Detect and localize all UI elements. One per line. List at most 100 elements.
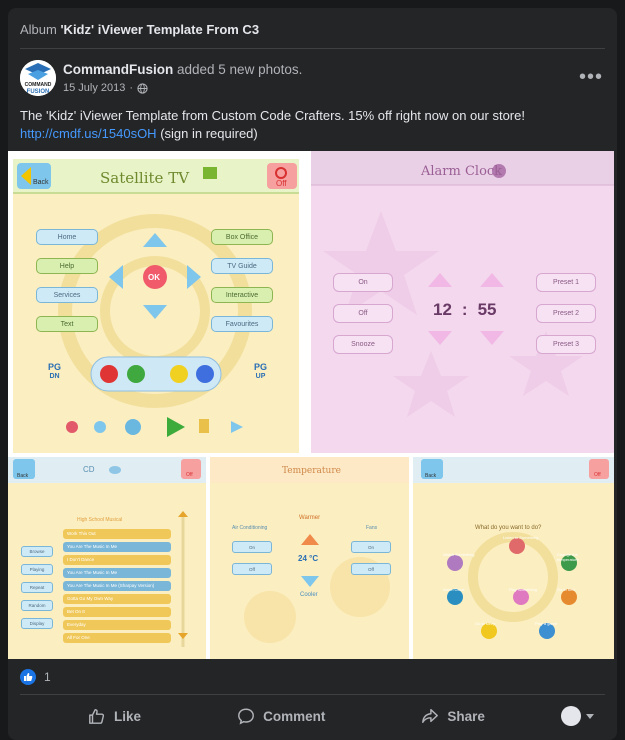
pg-up-top: PG	[254, 362, 268, 372]
thumbs-up-icon	[89, 708, 105, 724]
menu-item-watch: Watch Something	[443, 552, 475, 557]
alarm-colon: :	[461, 300, 468, 319]
pg-dn-bottom: DN	[49, 373, 60, 380]
photo-cd[interactable]: CD Back Off High School Musical Browse P…	[8, 457, 206, 659]
post-link[interactable]: http://cmdf.us/1540sOH	[20, 126, 157, 141]
album-header: Album 'Kidz' iViewer Template From C3	[20, 22, 259, 37]
post-meta: 15 July 2013 ·	[63, 82, 148, 94]
alarm-title: Alarm Clock	[421, 164, 503, 179]
tv-favourites-button: Favourites	[211, 316, 273, 332]
cd-title: CD	[83, 465, 95, 474]
cd-back-button: Back	[17, 473, 29, 479]
meta-separator: ·	[129, 82, 134, 94]
like-label: Like	[114, 708, 142, 724]
alarm-left-buttons: On Off Snooze	[333, 273, 393, 354]
temp-title: Temperature	[282, 466, 341, 476]
like-button[interactable]: Like	[68, 701, 161, 731]
menu-item-temperature: Change the temperature	[557, 552, 579, 562]
tv-off-button: Off	[276, 179, 287, 188]
track-row: Everyday	[63, 620, 171, 630]
track-row: I Don't Dance	[63, 555, 171, 565]
track-row: Bet On It	[63, 607, 171, 617]
temp-ac-on: On	[232, 541, 272, 553]
tv-title: Satellite TV	[100, 169, 190, 187]
tv-box-office-button: Box Office	[211, 229, 273, 245]
cd-display-button: Display	[21, 618, 53, 629]
like-reaction-icon	[20, 669, 36, 685]
tv-text-button: Text	[36, 316, 98, 332]
track-row: You Are The Music In Me	[63, 568, 171, 578]
photo-main-menu[interactable]: Back Off What do you want to do? Watch S…	[413, 457, 614, 659]
temp-value: 24 °C	[298, 554, 319, 563]
photo-grid: Satellite TV Back Off Home Help Services…	[8, 151, 614, 659]
alarm-preset3-button: Preset 3	[536, 335, 596, 354]
tv-home-button: Home	[36, 229, 98, 245]
cd-random-button: Random	[21, 600, 53, 611]
author-line: CommandFusion added 5 new photos.	[63, 62, 302, 77]
menu-back-button: Back	[425, 473, 437, 479]
album-link[interactable]: 'Kidz' iViewer Template From C3	[60, 22, 259, 37]
share-label: Share	[447, 708, 485, 724]
menu-item-play: Play Something	[509, 587, 538, 592]
svg-text:FUSION: FUSION	[27, 89, 50, 95]
svg-text:COMMAND: COMMAND	[25, 82, 52, 88]
temp-fans-off: Off	[351, 563, 391, 575]
reaction-count: 1	[44, 670, 51, 684]
action-bar: Like Comment Share	[20, 698, 605, 734]
photo-alarm-clock[interactable]: Alarm Clock On Off Snooze Preset 1 Prese…	[311, 151, 614, 453]
author-avatar[interactable]: COMMAND FUSION	[20, 60, 56, 96]
tv-left-menu: Home Help Services Text	[36, 229, 98, 332]
cd-album-title: High School Musical	[77, 517, 123, 523]
divider	[20, 48, 605, 49]
tv-help-button: Help	[36, 258, 98, 274]
share-button[interactable]: Share	[401, 701, 505, 731]
track-row: Work This Out	[63, 529, 171, 539]
tv-right-menu: Box Office TV Guide Interactive Favourit…	[211, 229, 273, 332]
more-options-icon[interactable]: •••	[579, 66, 603, 89]
photo-temperature[interactable]: Temperature Air Conditioning Fans Warmer…	[210, 457, 409, 659]
tv-pg-up: PG UP	[254, 363, 267, 381]
actor-avatar	[561, 706, 581, 726]
post-body: The 'Kidz' iViewer Template from Custom …	[20, 108, 525, 123]
cd-browse-button: Browse	[21, 546, 53, 557]
alarm-preset2-button: Preset 2	[536, 304, 596, 323]
temp-cooler-label: Cooler	[300, 592, 318, 598]
post-text: The 'Kidz' iViewer Template from Custom …	[20, 107, 605, 143]
menu-question: What do you want to do?	[475, 525, 542, 531]
menu-item-sleep: Go to sleep	[475, 621, 496, 626]
comment-button[interactable]: Comment	[217, 701, 345, 731]
pg-dn-top: PG	[48, 362, 62, 372]
reaction-summary[interactable]: 1	[20, 669, 51, 685]
tv-guide-button: TV Guide	[211, 258, 273, 274]
temp-ac-label: Air Conditioning	[232, 525, 268, 531]
menu-off-button: Off	[594, 472, 601, 478]
chevron-down-icon	[586, 714, 594, 719]
menu-item-alarm: Alarm Clock	[443, 587, 465, 592]
tv-ok-button: OK	[148, 273, 160, 282]
cd-repeat-button: Repeat	[21, 582, 53, 593]
post-date[interactable]: 15 July 2013	[63, 82, 125, 94]
temp-warmer-label: Warmer	[299, 515, 321, 521]
author-name[interactable]: CommandFusion	[63, 62, 173, 77]
alarm-minute: 55	[477, 300, 497, 319]
cd-playing-button: Playing	[21, 564, 53, 575]
post-action: added 5 new photos.	[173, 62, 303, 77]
actor-selector[interactable]	[561, 706, 595, 726]
tv-interactive-button: Interactive	[211, 287, 273, 303]
tv-pg-dn: PG DN	[48, 363, 61, 381]
menu-item-game: Play a game	[535, 621, 558, 626]
link-suffix: (sign in required)	[156, 126, 258, 141]
track-row: You Are The Music In Me	[63, 542, 171, 552]
tv-services-button: Services	[36, 287, 98, 303]
comment-icon	[238, 708, 254, 725]
post-card: Album 'Kidz' iViewer Template From C3 CO…	[8, 8, 617, 740]
track-row: All For One	[63, 633, 171, 643]
tv-back-button: Back	[33, 179, 49, 186]
photo-satellite-tv[interactable]: Satellite TV Back Off Home Help Services…	[8, 151, 307, 453]
track-row: You Are The Music In Me (Sharpay Version…	[63, 581, 171, 591]
alarm-snooze-button: Snooze	[333, 335, 393, 354]
track-row: Gotta Go My Own Way	[63, 594, 171, 604]
alarm-time: 12 : 55	[433, 300, 497, 320]
globe-icon	[137, 82, 148, 94]
menu-item-bed: Go to bed	[557, 587, 575, 592]
